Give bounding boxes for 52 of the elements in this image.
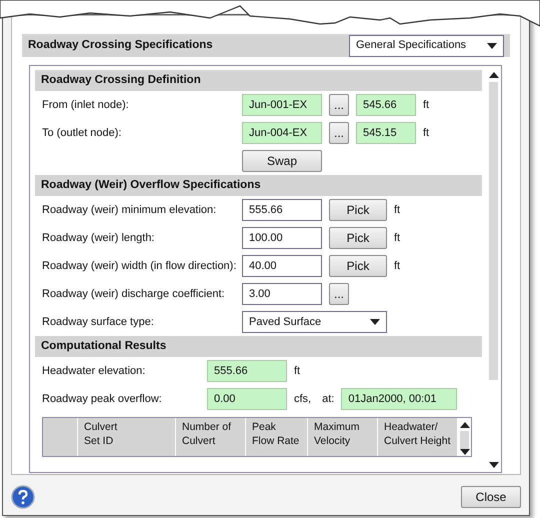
browse-button[interactable]: ... [329,122,349,144]
vertical-scrollbar[interactable] [488,70,499,468]
close-button[interactable]: Close [461,486,521,508]
row-header-corner [43,418,78,456]
unit-label: cfs, [294,392,312,407]
column-header: Peak Flow Rate [246,418,308,456]
column-header: Number of Culvert [176,418,246,456]
field-label: Roadway surface type: [42,314,155,330]
unit-label: ft [394,230,400,246]
unit-label: ft [423,126,430,141]
pick-button[interactable]: Pick [329,199,387,221]
browse-button[interactable]: ... [329,94,349,116]
section-header: Roadway (Weir) Overflow Specifications [35,175,482,196]
unit-label: ft [394,202,400,218]
section-header: Roadway Crossing Definition [35,70,482,91]
field-label: From (inlet node): [42,98,130,113]
field-label: To (outlet node): [42,126,122,141]
unit-label: ft [423,98,430,113]
swap-button[interactable]: Swap [242,150,322,172]
node-field: Jun-004-EX [242,122,322,144]
section-header: Computational Results [35,336,482,357]
field-label: Roadway (weir) length: [42,230,156,246]
column-header: Maximum Velocity [308,418,378,456]
result-field: 0.00 [207,388,287,410]
input-field[interactable]: 555.66 [242,199,322,221]
time-field: 01Jan2000, 00:01 [341,388,458,410]
field-label: Roadway (weir) discharge coefficient: [42,286,226,302]
column-header: Culvert Set ID [78,418,176,456]
result-field: 555.66 [207,360,287,382]
dropdown-caret-icon [370,319,380,325]
field-label: Headwater elevation: [42,364,146,379]
field-label: Roadway peak overflow: [42,392,163,407]
pick-button[interactable]: Pick [329,227,387,249]
input-field[interactable]: 40.00 [242,255,322,277]
browse-button[interactable]: ... [329,283,349,305]
unit-label: ft [394,258,400,274]
pick-button[interactable]: Pick [329,255,387,277]
at-label: at: [322,392,334,407]
elevation-field: 545.15 [356,122,416,144]
dropdown-caret-icon [487,42,497,48]
input-field[interactable]: 100.00 [242,227,322,249]
elevation-field: 545.66 [356,94,416,116]
surface-type-dropdown[interactable]: Paved Surface [242,311,387,333]
node-field: Jun-001-EX [242,94,322,116]
help-icon[interactable] [11,485,35,509]
field-label: Roadway (weir) width (in flow direction): [42,258,235,274]
input-field[interactable]: 3.00 [242,283,322,305]
panel-title: Roadway Crossing Specifications [28,38,213,53]
view-dropdown[interactable]: General Specifications [349,34,504,56]
column-header: Headwater/ Culvert Height [378,418,458,456]
unit-label: ft [294,364,300,379]
field-label: Roadway (weir) minimum elevation: [42,202,218,218]
